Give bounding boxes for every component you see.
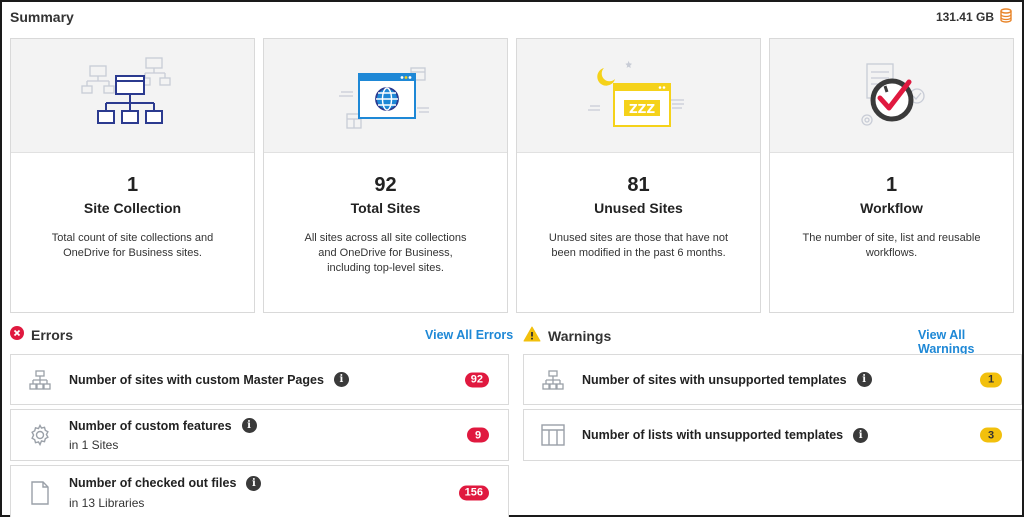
summary-cards: 1 Site Collection Total count of site co… xyxy=(10,38,1022,313)
summary-panel: Summary 131.41 GB 1 Site Collection Tota… xyxy=(0,0,1024,517)
workflow-check-icon xyxy=(860,62,925,126)
gear-icon xyxy=(11,423,69,447)
card-count: 92 xyxy=(374,174,397,196)
card-illustration xyxy=(11,39,254,153)
view-all-warnings-link[interactable]: View All Warnings xyxy=(918,328,1022,356)
card-description: The number of site, list and reusable wo… xyxy=(802,232,981,259)
view-all-errors-link[interactable]: View All Errors xyxy=(425,328,513,342)
info-icon[interactable]: i xyxy=(241,418,257,433)
row-label: Number of checked out files xyxy=(69,476,237,490)
svg-text:ZZZ: ZZZ xyxy=(628,102,654,116)
card-site-collection[interactable]: 1 Site Collection Total count of site co… xyxy=(10,38,255,313)
card-title: Site Collection xyxy=(83,200,182,216)
card-illustration xyxy=(770,39,1013,153)
error-count-badge: 92 xyxy=(464,372,489,387)
warnings-heading: Warnings xyxy=(523,326,611,345)
warning-count-badge: 3 xyxy=(980,427,1002,443)
error-row-master-pages[interactable]: Number of sites with custom Master Pages… xyxy=(10,354,509,405)
warning-icon xyxy=(523,326,541,345)
row-label: Number of sites with unsupported templat… xyxy=(582,372,847,387)
page-title: Summary xyxy=(10,9,74,25)
database-icon xyxy=(1000,8,1012,26)
site-hierarchy-icon xyxy=(80,56,171,124)
card-unused-sites[interactable]: ZZZ 81 Unused Sites Unused sites are tho… xyxy=(516,38,761,313)
error-icon xyxy=(10,326,24,343)
error-row-checked-out-files[interactable]: Number of checked out files i in 13 Libra… xyxy=(10,465,509,517)
error-count-badge: 156 xyxy=(458,485,489,500)
errors-heading: Errors xyxy=(10,326,73,343)
row-sublabel: in 13 Libraries xyxy=(69,495,145,510)
storage-value: 131.41 GB xyxy=(935,10,994,24)
warnings-title: Warnings xyxy=(548,327,612,344)
list-columns-icon xyxy=(524,424,582,446)
card-description: All sites across all site collections an… xyxy=(304,232,467,274)
warning-count-badge: 1 xyxy=(980,372,1002,387)
card-description: Unused sites are those that have not bee… xyxy=(548,232,729,259)
warning-row-list-templates[interactable]: Number of lists with unsupported templat… xyxy=(523,409,1022,461)
card-illustration xyxy=(264,39,507,153)
error-count-badge: 9 xyxy=(467,427,489,443)
card-title: Workflow xyxy=(860,200,923,216)
card-count: 1 xyxy=(885,174,898,196)
card-title: Unused Sites xyxy=(594,200,683,216)
row-label: Number of sites with custom Master Pages xyxy=(69,372,324,387)
error-row-custom-features[interactable]: Number of custom features i in 1 Sites 9 xyxy=(10,409,509,461)
info-icon[interactable]: i xyxy=(856,372,872,387)
errors-title: Errors xyxy=(31,326,74,343)
info-icon[interactable]: i xyxy=(246,475,262,491)
card-workflow[interactable]: 1 Workflow The number of site, list and … xyxy=(769,38,1014,313)
card-title: Total Sites xyxy=(350,200,421,216)
file-icon xyxy=(11,480,69,505)
card-count: 81 xyxy=(627,174,650,196)
row-label: Number of lists with unsupported templat… xyxy=(582,428,844,442)
warning-row-site-templates[interactable]: Number of sites with unsupported templat… xyxy=(523,354,1022,405)
info-icon[interactable]: i xyxy=(333,372,349,387)
card-illustration: ZZZ xyxy=(517,39,760,153)
site-tree-icon xyxy=(11,369,69,391)
info-icon[interactable]: i xyxy=(853,427,869,443)
storage-indicator: 131.41 GB xyxy=(936,8,1012,26)
site-tree-icon xyxy=(524,369,582,391)
sleeping-window-icon: ZZZ xyxy=(587,60,684,127)
row-sublabel: in 1 Sites xyxy=(69,438,119,452)
card-description: Total count of site collections and OneD… xyxy=(51,232,214,259)
browser-globe-icon xyxy=(338,66,429,129)
card-count: 1 xyxy=(126,174,139,196)
row-label: Number of custom features xyxy=(69,418,232,433)
card-total-sites[interactable]: 92 Total Sites All sites across all site… xyxy=(263,38,508,313)
